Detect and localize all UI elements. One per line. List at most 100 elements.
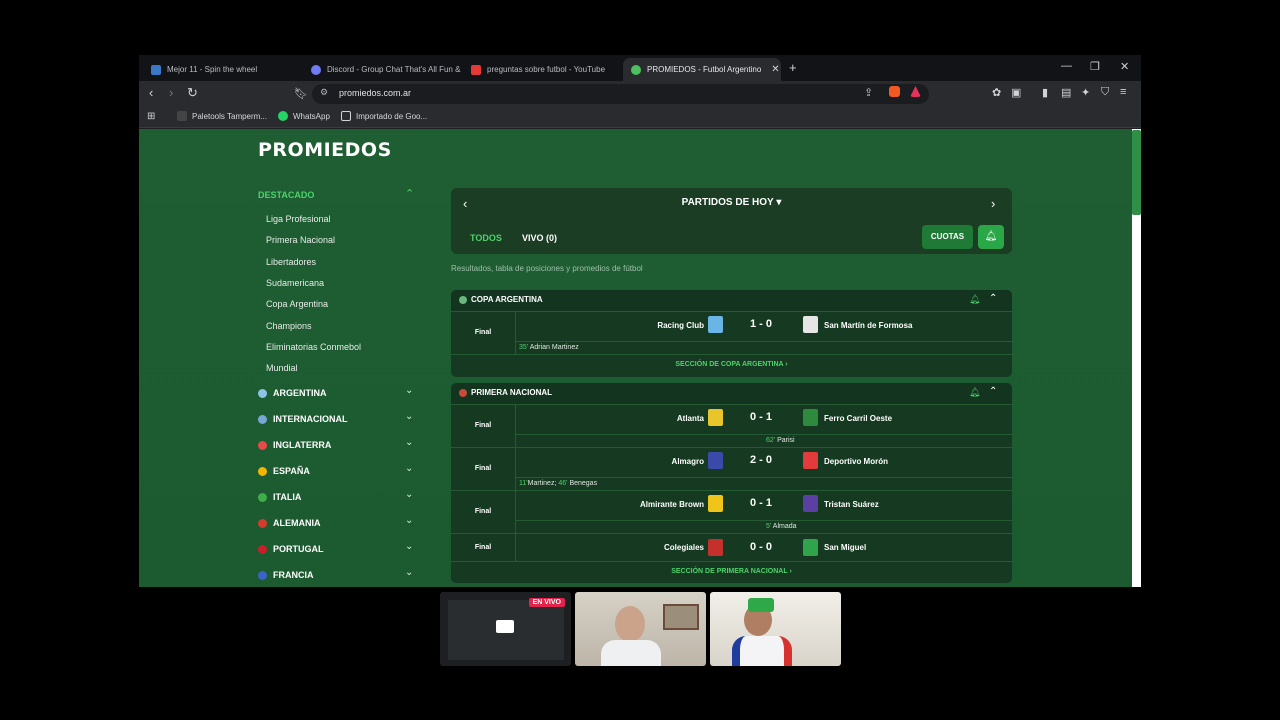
forward-icon[interactable]: › [169, 85, 173, 100]
sidebar-item-libertadores[interactable]: Libertadores [266, 257, 316, 267]
tab-discord[interactable]: Discord - Group Chat That's All Fun & [303, 58, 461, 81]
participant-video-2[interactable] [710, 592, 841, 666]
chevron-up-icon[interactable]: ⌃ [989, 386, 997, 397]
sidebar-country-inglaterra[interactable]: INGLATERRA [258, 440, 331, 450]
sidebar-country-francia[interactable]: FRANCIA [258, 570, 314, 580]
bookmark-whatsapp[interactable]: WhatsApp [278, 111, 330, 121]
sidebar-country-espana[interactable]: ESPAÑA [258, 466, 310, 476]
league-bell-icon[interactable]: 🔔︎ [969, 387, 980, 398]
whatsapp-icon [278, 111, 288, 121]
match-score: 0 - 1 [749, 497, 772, 509]
sidebar-country-argentina[interactable]: ARGENTINA [258, 388, 327, 398]
address-bar[interactable]: ⚙ promiedos.com.ar ⇪ [312, 84, 929, 104]
extensions-icon[interactable]: ✿ [992, 86, 1001, 99]
bookmark-folder-importado[interactable]: Importado de Goo... [341, 111, 427, 121]
day-title[interactable]: PARTIDOS DE HOY ▾ [451, 197, 1012, 208]
section-link-copa-argentina[interactable]: SECCIÓN DE COPA ARGENTINA › [451, 354, 1012, 373]
tristan-suarez-crest-icon [803, 495, 818, 512]
home-team: Almirante Brown [639, 500, 704, 509]
close-window-icon[interactable]: ✕ [1120, 60, 1129, 73]
sidebar-country-alemania[interactable]: ALEMANIA [258, 518, 321, 528]
sidebar-item-mundial[interactable]: Mundial [266, 363, 298, 373]
sidebar-country-italia[interactable]: ITALIA [258, 492, 301, 502]
tab-promiedos[interactable]: PROMIEDOS - Futbol Argentino ✕ [623, 58, 781, 81]
tab-youtube[interactable]: preguntas sobre futbol - YouTube [463, 58, 621, 81]
chevron-down-icon[interactable]: ⌄ [405, 437, 413, 448]
minimize-icon[interactable]: — [1061, 60, 1072, 72]
screenshot-icon[interactable]: ▣ [1011, 86, 1021, 99]
sidebar-icon[interactable]: ▮ [1042, 86, 1048, 99]
chevron-up-icon[interactable]: ⌃ [989, 293, 997, 304]
sidebar-item-sudamericana[interactable]: Sudamericana [266, 278, 324, 288]
chevron-down-icon[interactable]: ⌄ [405, 567, 413, 578]
youtube-favicon-icon [471, 64, 481, 75]
bookmarks-bar: ⊞ Paletools Tamperm... WhatsApp Importad… [139, 107, 1141, 128]
brave-shields-icon[interactable] [889, 86, 900, 97]
league-title: PRIMERA NACIONAL [471, 388, 553, 397]
match-row[interactable]: Final Atlanta 0 - 1 Ferro Carril Oeste 6… [451, 404, 1012, 447]
participant-video-1[interactable] [575, 592, 706, 666]
away-team: San Miguel [824, 543, 867, 552]
sidebar-country-portugal[interactable]: PORTUGAL [258, 544, 324, 554]
sidebar-country-internacional[interactable]: INTERNACIONAL [258, 414, 348, 424]
wall-picture [663, 604, 699, 630]
back-icon[interactable]: ‹ [149, 85, 153, 100]
filter-todos[interactable]: TODOS [470, 233, 502, 243]
goal-player: Almada [772, 523, 797, 530]
wallet-icon[interactable]: ▤ [1061, 86, 1071, 99]
new-tab-icon[interactable]: + [789, 60, 797, 75]
sidebar-item-primera-nacional[interactable]: Primera Nacional [266, 235, 335, 245]
sidebar-heading[interactable]: DESTACADO [258, 190, 314, 200]
day-title-text: PARTIDOS DE HOY [681, 197, 774, 208]
goal-player: Benegas [569, 480, 598, 487]
cuotas-button[interactable]: CUOTAS [922, 225, 973, 249]
match-status: Final [451, 534, 516, 561]
next-day-icon[interactable]: › [991, 196, 995, 211]
chevron-down-icon[interactable]: ⌄ [405, 489, 413, 500]
scrollbar-thumb[interactable] [1132, 130, 1141, 215]
tab-title: Discord - Group Chat That's All Fun & [327, 65, 461, 74]
chevron-down-icon[interactable]: ⌄ [405, 541, 413, 552]
goal-minute: 62' [766, 437, 776, 444]
menu-icon[interactable]: ≡ [1120, 86, 1126, 98]
match-row[interactable]: Final Colegiales 0 - 0 San Miguel [451, 533, 1012, 561]
league-header[interactable]: PRIMERA NACIONAL 🔔︎ ⌃ [451, 383, 1012, 404]
match-row[interactable]: Final Racing Club 1 - 0 San Martín de Fo… [451, 311, 1012, 354]
filter-vivo[interactable]: VIVO (0) [522, 233, 557, 243]
tab-title: preguntas sobre futbol - YouTube [487, 65, 606, 74]
chevron-down-icon[interactable]: ⌄ [405, 411, 413, 422]
sidebar-item-champions[interactable]: Champions [266, 321, 312, 331]
section-link-primera-nacional[interactable]: SECCIÓN DE PRIMERA NACIONAL › [451, 561, 1012, 580]
participant-shirt [601, 640, 661, 666]
leo-ai-icon[interactable]: ✦ [1081, 86, 1090, 99]
racing-crest-icon [708, 316, 723, 333]
reload-icon[interactable]: ↻ [187, 85, 198, 101]
screen-share-thumbnail[interactable]: EN VIVO [440, 592, 571, 666]
match-row[interactable]: Final Almagro 2 - 0 Deportivo Morón 11'M… [451, 447, 1012, 490]
moron-crest-icon [803, 452, 818, 469]
close-tab-icon[interactable]: ✕ [771, 64, 779, 75]
apps-grid-icon[interactable]: ⊞ [147, 111, 155, 122]
site-info-icon[interactable]: ⚙ [320, 87, 328, 98]
league-header[interactable]: COPA ARGENTINA 🔔︎ ⌃ [451, 290, 1012, 311]
sidebar-item-eliminatorias[interactable]: Eliminatorias Conmebol [266, 342, 361, 352]
tab-mejor11[interactable]: Mejor 11 - Spin the wheel [143, 58, 301, 81]
sidebar-item-copa-argentina[interactable]: Copa Argentina [266, 299, 328, 309]
share-icon[interactable]: ⇪ [864, 86, 873, 99]
chevron-down-icon[interactable]: ⌄ [405, 515, 413, 526]
chevron-down-icon[interactable]: ⌄ [405, 385, 413, 396]
bookmark-icon[interactable]: 🔖︎ [294, 87, 308, 100]
atlanta-crest-icon [708, 409, 723, 426]
flag-icon [258, 518, 267, 528]
notifications-bell-icon[interactable]: 🔔︎ [978, 225, 1004, 249]
match-row[interactable]: Final Almirante Brown 0 - 1 Tristan Suár… [451, 490, 1012, 533]
restore-icon[interactable]: ❐ [1090, 60, 1100, 73]
sidebar-item-liga-profesional[interactable]: Liga Profesional [266, 214, 331, 224]
chevron-up-icon[interactable]: ⌃ [405, 187, 414, 200]
bookmark-paletools[interactable]: Paletools Tamperm... [177, 111, 267, 121]
vpn-shield-icon[interactable]: ⛉ [1101, 86, 1109, 99]
chevron-down-icon[interactable]: ⌄ [405, 463, 413, 474]
league-bell-icon[interactable]: 🔔︎ [969, 294, 980, 305]
folder-icon [341, 111, 351, 121]
site-logo[interactable]: PROMIEDOS [258, 139, 392, 161]
